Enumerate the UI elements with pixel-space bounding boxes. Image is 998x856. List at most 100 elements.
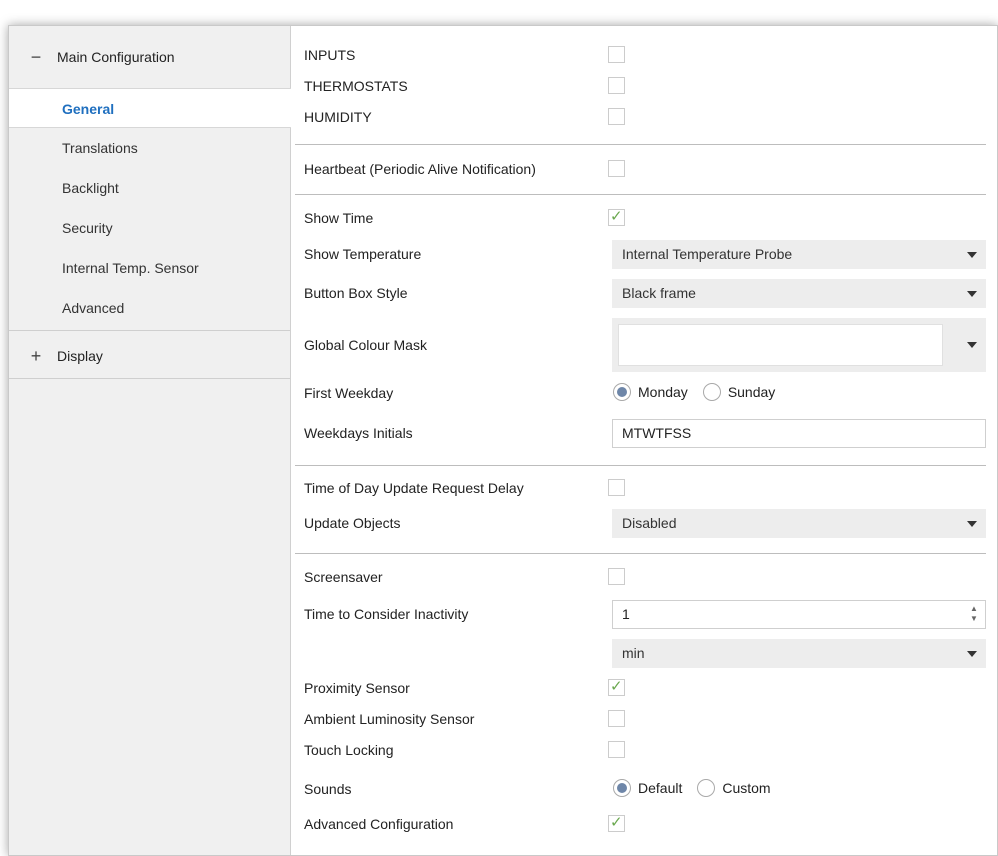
sidebar-item-security[interactable]: Security (9, 208, 290, 248)
button-box-style-row: Button Box Style Black frame (291, 279, 997, 308)
monday-radio[interactable] (613, 383, 631, 401)
sidebar-tree: − Main Configuration General Translation… (9, 26, 291, 855)
update-objects-dropdown[interactable]: Disabled (612, 509, 986, 538)
show-time-row: Show Time ✓ (291, 208, 997, 229)
show-time-checkbox[interactable]: ✓ (608, 208, 625, 226)
tree-group-label: Main Configuration (57, 49, 175, 65)
show-time-label: Show Time (304, 210, 374, 226)
thermostats-row: THERMOSTATS (291, 77, 997, 97)
proximity-sensor-checkbox[interactable]: ✓ (608, 678, 625, 696)
custom-radio[interactable] (697, 779, 716, 797)
sidebar-item-backlight[interactable]: Backlight (9, 168, 290, 208)
advanced-configuration-checkbox[interactable]: ✓ (608, 814, 625, 832)
default-radio[interactable] (613, 779, 631, 797)
ambient-luminosity-checkbox[interactable] (608, 710, 625, 727)
inactivity-spinbox[interactable]: 1 ▲ ▼ (612, 600, 986, 629)
dropdown-value: Black frame (622, 285, 696, 301)
inputs-checkbox[interactable] (608, 46, 625, 63)
inactivity-unit-dropdown[interactable]: min (612, 639, 986, 668)
button-box-style-dropdown[interactable]: Black frame (612, 279, 986, 308)
sunday-radio-label[interactable]: Sunday (728, 384, 775, 400)
colour-mask-value-field (618, 324, 943, 366)
sidebar-item-translations[interactable]: Translations (9, 128, 290, 168)
ambient-luminosity-row: Ambient Luminosity Sensor (291, 710, 997, 730)
section-divider (295, 465, 986, 466)
sounds-label: Sounds (304, 781, 352, 797)
show-temperature-row: Show Temperature Internal Temperature Pr… (291, 240, 997, 269)
sounds-row: Sounds Default Custom (291, 779, 997, 799)
touch-locking-row: Touch Locking (291, 741, 997, 761)
button-box-style-label: Button Box Style (304, 285, 408, 301)
humidity-label: HUMIDITY (304, 109, 372, 125)
tod-update-delay-label: Time of Day Update Request Delay (304, 480, 524, 496)
general-settings-panel: INPUTS THERMOSTATS HUMIDITY Heartbeat (P… (291, 26, 997, 855)
monday-radio-label[interactable]: Monday (638, 384, 688, 400)
inactivity-label: Time to Consider Inactivity (304, 606, 469, 622)
sounds-radio-group: Default Custom (613, 779, 786, 797)
advanced-configuration-row: Advanced Configuration ✓ (291, 814, 997, 835)
weekdays-initials-row: Weekdays Initials MTWTFSS (291, 419, 997, 448)
show-temperature-dropdown[interactable]: Internal Temperature Probe (612, 240, 986, 269)
first-weekday-radio-group: Monday Sunday (613, 383, 790, 401)
humidity-checkbox[interactable] (608, 108, 625, 125)
first-weekday-row: First Weekday Monday Sunday (291, 383, 997, 403)
inactivity-value: 1 (622, 606, 630, 622)
proximity-sensor-row: Proximity Sensor ✓ (291, 678, 997, 699)
first-weekday-label: First Weekday (304, 385, 394, 401)
dropdown-value: min (622, 645, 645, 661)
sidebar-item-general[interactable]: General (9, 88, 291, 128)
tod-update-delay-checkbox[interactable] (608, 479, 625, 496)
tree-group-label: Display (57, 348, 103, 364)
radio-selected-dot (617, 783, 627, 793)
sidebar-divider (9, 378, 290, 379)
checkmark-icon: ✓ (610, 208, 623, 225)
global-colour-mask-label: Global Colour Mask (304, 337, 427, 353)
spin-up-icon[interactable]: ▲ (969, 604, 979, 614)
screensaver-row: Screensaver (291, 568, 997, 588)
humidity-row: HUMIDITY (291, 108, 997, 128)
touch-locking-label: Touch Locking (304, 742, 394, 758)
section-divider (295, 144, 986, 145)
spin-down-icon[interactable]: ▼ (969, 614, 979, 624)
sunday-radio[interactable] (702, 383, 721, 401)
update-objects-row: Update Objects Disabled (291, 509, 997, 538)
screensaver-label: Screensaver (304, 569, 383, 585)
global-colour-mask-picker[interactable] (612, 318, 986, 372)
sidebar-divider (9, 330, 290, 331)
dropdown-arrow-icon (967, 291, 977, 297)
tree-group-main-configuration[interactable]: − Main Configuration (9, 34, 290, 80)
dropdown-value: Internal Temperature Probe (622, 246, 793, 262)
default-radio-label[interactable]: Default (638, 780, 682, 796)
dropdown-value: Disabled (622, 515, 677, 531)
checkmark-icon: ✓ (610, 814, 623, 831)
weekdays-initials-input[interactable]: MTWTFSS (612, 419, 986, 448)
sidebar-item-internal-temp-sensor[interactable]: Internal Temp. Sensor (9, 248, 290, 288)
heartbeat-checkbox[interactable] (608, 160, 625, 177)
dropdown-arrow-icon (967, 342, 977, 348)
spinner-arrows[interactable]: ▲ ▼ (969, 604, 979, 624)
screensaver-checkbox[interactable] (608, 568, 625, 585)
inputs-row: INPUTS (291, 46, 997, 66)
show-temperature-label: Show Temperature (304, 246, 422, 262)
global-colour-mask-row: Global Colour Mask (291, 318, 997, 372)
custom-radio-label[interactable]: Custom (722, 780, 770, 796)
expand-icon[interactable]: + (27, 346, 45, 367)
section-divider (295, 553, 986, 554)
heartbeat-row: Heartbeat (Periodic Alive Notification) (291, 160, 997, 180)
ambient-luminosity-label: Ambient Luminosity Sensor (304, 711, 475, 727)
advanced-configuration-label: Advanced Configuration (304, 816, 454, 832)
thermostats-label: THERMOSTATS (304, 78, 408, 94)
touch-locking-checkbox[interactable] (608, 741, 625, 758)
heartbeat-label: Heartbeat (Periodic Alive Notification) (304, 161, 536, 177)
checkmark-icon: ✓ (610, 678, 623, 695)
collapse-icon[interactable]: − (27, 47, 45, 68)
inactivity-unit-row: min (291, 639, 997, 668)
inactivity-row: Time to Consider Inactivity 1 ▲ ▼ (291, 600, 997, 629)
dropdown-arrow-icon (967, 651, 977, 657)
tree-group-display[interactable]: + Display (9, 333, 290, 379)
proximity-sensor-label: Proximity Sensor (304, 680, 410, 696)
tod-update-delay-row: Time of Day Update Request Delay (291, 479, 997, 499)
inputs-label: INPUTS (304, 47, 356, 63)
thermostats-checkbox[interactable] (608, 77, 625, 94)
sidebar-item-advanced[interactable]: Advanced (9, 288, 290, 328)
